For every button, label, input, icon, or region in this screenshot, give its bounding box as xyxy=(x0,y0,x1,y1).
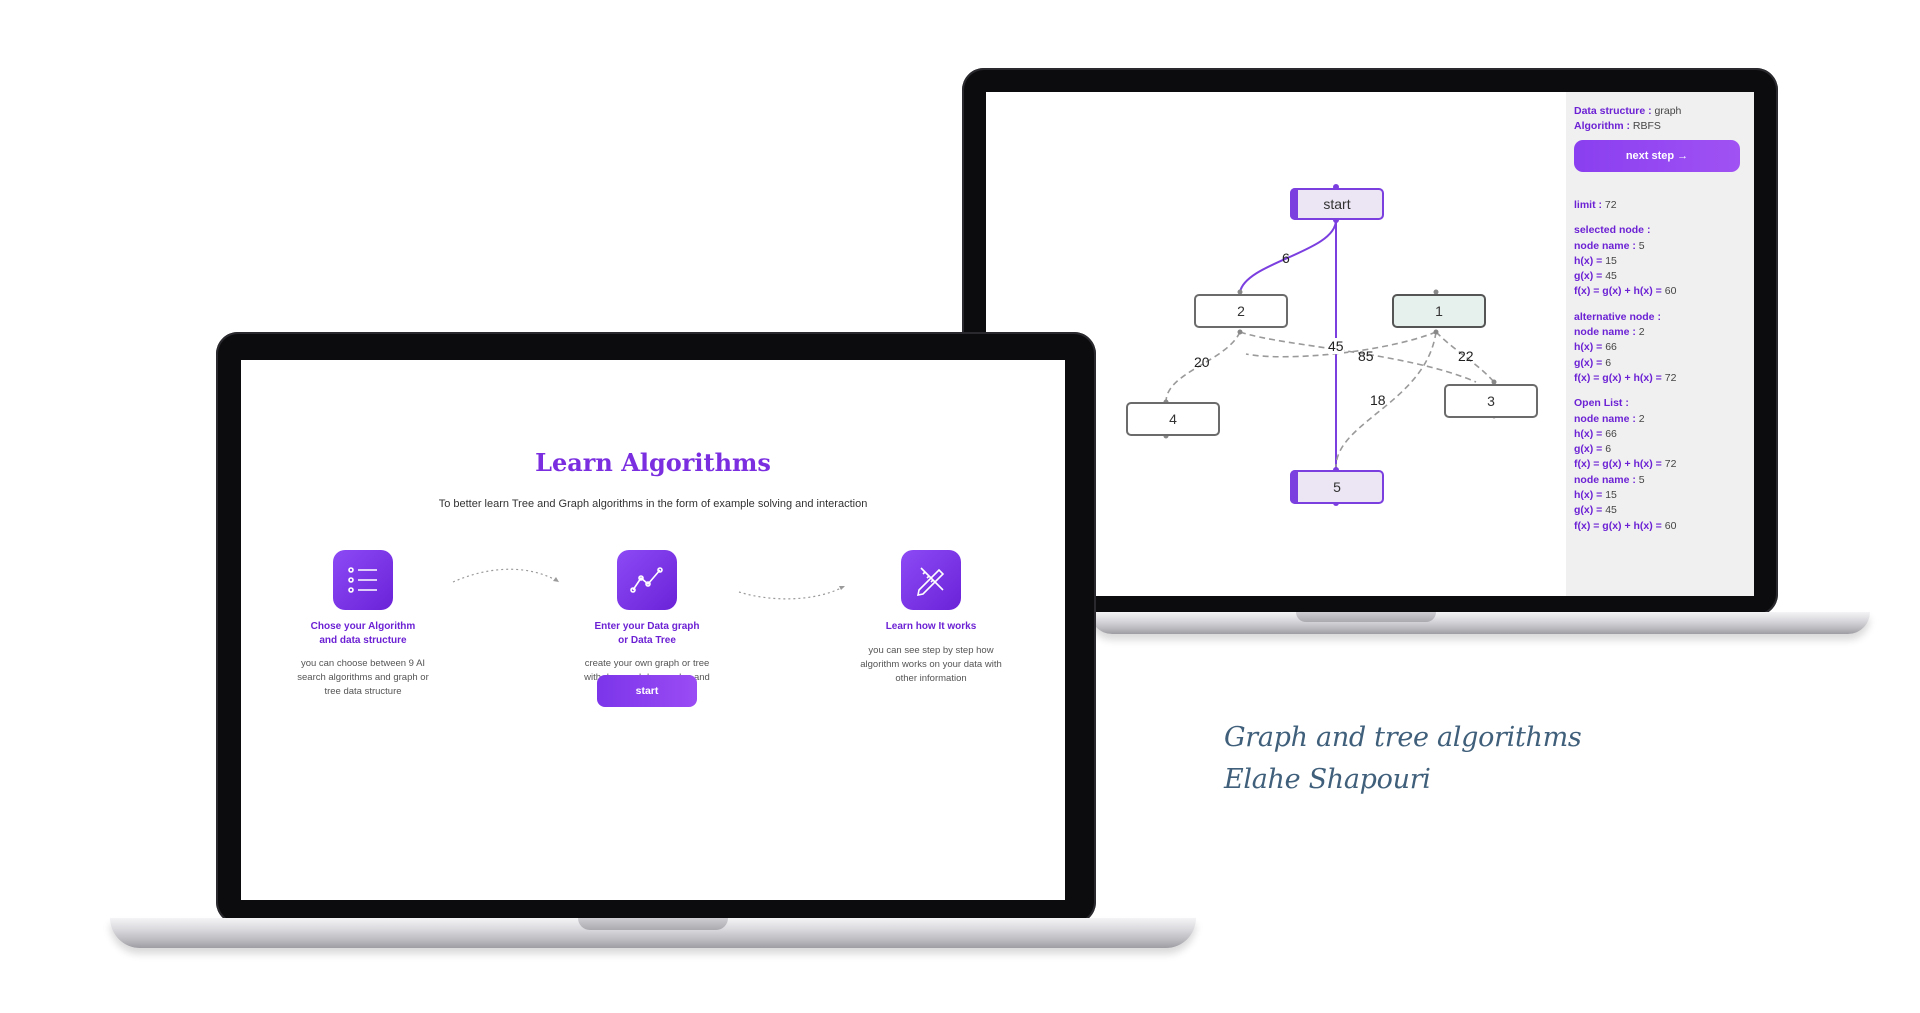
caption-author: Elahe Shapouri xyxy=(1224,764,1431,795)
back-laptop-notch xyxy=(1296,612,1436,622)
feature-title: Chose your Algorithm and data structure xyxy=(310,621,416,646)
graph-node-3[interactable]: 3 xyxy=(1444,384,1538,418)
h-value: 66 xyxy=(1605,427,1617,440)
edge-label: 85 xyxy=(1358,348,1374,364)
g-label: g(x) = xyxy=(1574,504,1603,517)
g-label: g(x) = xyxy=(1574,270,1603,283)
open-list-heading: Open List : xyxy=(1574,397,1629,410)
f-label: f(x) = g(x) + h(x) = xyxy=(1574,519,1662,532)
algorithm-value: RBFS xyxy=(1632,120,1661,133)
node-name-value: 2 xyxy=(1638,326,1645,339)
edge-label: 6 xyxy=(1282,250,1290,266)
h-value: 15 xyxy=(1605,254,1617,267)
feature-learn-how: Learn how It works you can see step by s… xyxy=(851,550,1011,686)
back-laptop-base xyxy=(1090,612,1870,634)
g-value: 6 xyxy=(1605,356,1612,369)
node-name-value: 5 xyxy=(1638,473,1645,486)
graph-node-4[interactable]: 4 xyxy=(1126,402,1220,436)
f-value: 72 xyxy=(1664,371,1677,384)
pen-ruler-icon xyxy=(901,550,961,610)
feature-description: you can choose between 9 AI search algor… xyxy=(297,658,429,697)
graph-node-2[interactable]: 2 xyxy=(1194,294,1288,328)
edge-label: 45 xyxy=(1328,338,1344,354)
next-step-button[interactable]: next step → xyxy=(1574,140,1740,172)
graph-screen: start 2 1 4 3 5 6 45 85 22 20 18 Data st… xyxy=(986,92,1754,596)
info-panel: Data structure : graph Algorithm : RBFS … xyxy=(1566,92,1754,596)
selected-heading: selected node : xyxy=(1574,224,1651,237)
port-dot xyxy=(1237,329,1243,335)
g-value: 6 xyxy=(1605,443,1612,456)
edge-label: 20 xyxy=(1194,354,1210,370)
limit-value: 72 xyxy=(1604,199,1617,211)
node-label: 2 xyxy=(1237,303,1245,319)
g-label: g(x) = xyxy=(1574,356,1603,369)
alternative-heading: alternative node : xyxy=(1574,310,1661,323)
feature-title: Enter your Data graph or Data Tree xyxy=(594,621,700,646)
caption-title: Graph and tree algorithms xyxy=(1224,722,1582,753)
g-label: g(x) = xyxy=(1574,443,1603,456)
g-value: 45 xyxy=(1605,504,1617,517)
f-value: 72 xyxy=(1664,458,1677,471)
h-value: 66 xyxy=(1605,341,1617,354)
arrowhead xyxy=(553,577,559,582)
node-name-label: node name : xyxy=(1574,473,1636,486)
f-label: f(x) = g(x) + h(x) = xyxy=(1574,458,1662,471)
feature-title: Learn how It works xyxy=(885,621,977,632)
graph-node-5[interactable]: 5 xyxy=(1290,470,1384,504)
f-label: f(x) = g(x) + h(x) = xyxy=(1574,285,1662,298)
edge-label: 18 xyxy=(1370,392,1386,408)
h-label: h(x) = xyxy=(1574,489,1603,502)
node-name-value: 2 xyxy=(1638,412,1645,425)
arrowhead xyxy=(839,586,845,590)
node-label: 5 xyxy=(1333,479,1341,495)
h-label: h(x) = xyxy=(1574,341,1603,354)
f-value: 60 xyxy=(1664,519,1677,532)
f-label: f(x) = g(x) + h(x) = xyxy=(1574,371,1662,384)
start-button[interactable]: start xyxy=(597,675,697,707)
connector-arrow-2 xyxy=(738,585,846,600)
g-value: 45 xyxy=(1605,270,1617,283)
node-label: 4 xyxy=(1169,411,1177,427)
data-structure-label: Data structure : xyxy=(1574,105,1652,117)
limit-label: limit : xyxy=(1574,199,1602,211)
node-label: start xyxy=(1323,196,1351,212)
list-icon xyxy=(333,550,393,610)
node-name-label: node name : xyxy=(1574,239,1636,252)
connector-arrow-1 xyxy=(452,568,560,583)
h-value: 15 xyxy=(1605,489,1617,502)
graph-node-start[interactable]: start xyxy=(1290,188,1384,220)
data-structure-value: graph xyxy=(1654,105,1682,117)
feature-description: you can see step by step how algorithm w… xyxy=(860,644,1002,684)
front-laptop-notch xyxy=(578,918,728,930)
landing-screen: Learn Algorithms To better learn Tree an… xyxy=(241,360,1065,900)
edge-label: 22 xyxy=(1458,348,1474,364)
h-label: h(x) = xyxy=(1574,254,1603,267)
node-name-label: node name : xyxy=(1574,412,1636,425)
algorithm-label: Algorithm : xyxy=(1574,120,1630,133)
chart-line-icon xyxy=(617,550,677,610)
node-label: 3 xyxy=(1487,393,1495,409)
node-name-label: node name : xyxy=(1574,326,1636,339)
f-value: 60 xyxy=(1664,285,1677,298)
node-name-value: 5 xyxy=(1638,239,1645,252)
h-label: h(x) = xyxy=(1574,427,1603,440)
node-label: 1 xyxy=(1435,303,1443,319)
graph-node-1[interactable]: 1 xyxy=(1392,294,1486,328)
feature-choose-algorithm: Chose your Algorithm and data structure … xyxy=(283,550,443,699)
port-dot xyxy=(1433,329,1439,335)
